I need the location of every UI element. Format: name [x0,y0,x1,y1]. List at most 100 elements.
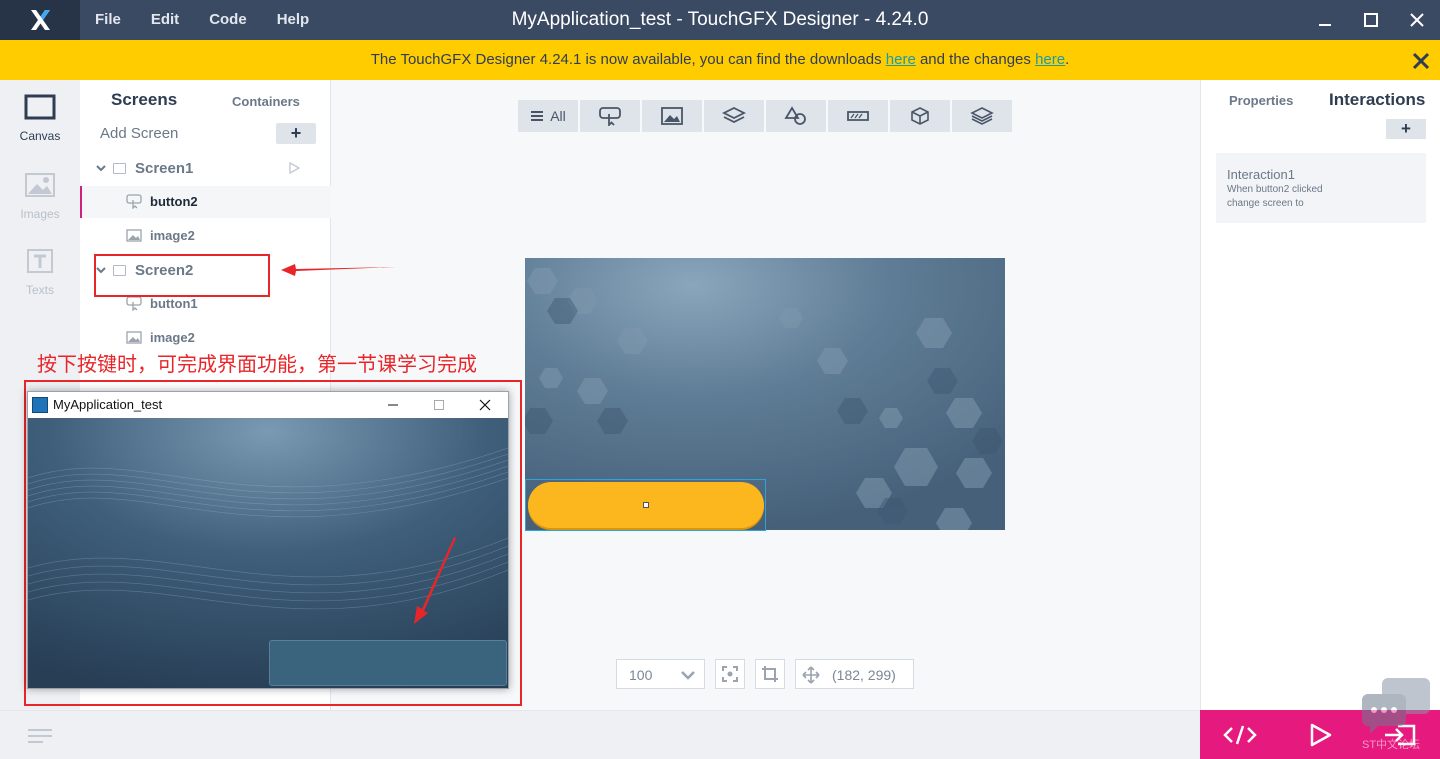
forum-watermark: ST中文论坛 [1360,676,1432,756]
window-controls [1302,0,1440,40]
canvas-bottom-tools: 100 (182, 299) [616,659,914,689]
filter-stack-button[interactable] [952,100,1012,132]
sim-minimize-button[interactable] [370,392,416,418]
menu-file[interactable]: File [80,0,136,40]
interaction-trigger: When button2 clicked [1227,184,1323,195]
app-icon [32,397,48,413]
close-icon [479,399,491,411]
maximize-icon [434,400,444,410]
shapes-icon [784,106,806,125]
interaction-action: change screen to [1227,198,1304,209]
interaction-name: Interaction1 [1227,167,1295,182]
simulator-button[interactable] [269,640,507,686]
downloads-link[interactable]: here [886,51,916,68]
sim-maximize-button[interactable] [416,392,462,418]
window-title: MyApplication_test - TouchGFX Designer -… [511,9,929,30]
filter-progress-button[interactable] [828,100,888,132]
layers-icon [722,106,746,124]
menu-help[interactable]: Help [262,0,325,40]
focus-icon [722,666,738,682]
text-icon [27,249,53,273]
touchgfx-logo [0,0,80,40]
fit-to-screen-button[interactable] [715,659,745,689]
crop-icon [762,666,778,682]
stack-icon [970,107,994,125]
run-simulator-button[interactable] [1280,710,1360,759]
button-widget-icon [126,296,142,311]
play-icon[interactable] [288,162,300,174]
list-icon [531,111,544,121]
close-button[interactable] [1394,0,1440,40]
filter-3d-button[interactable] [890,100,950,132]
image-widget-icon [126,331,142,344]
widget-filter-toolbar: All [518,100,1012,132]
simulator-window-controls [370,392,508,418]
filter-containers-button[interactable] [704,100,764,132]
zoom-select[interactable]: 100 [616,659,705,689]
play-icon [1310,723,1332,746]
chevron-down-icon [96,165,106,172]
add-screen-button[interactable]: + [276,123,316,144]
annotation-text: 按下按键时，可完成界面功能，第一节课学习完成 [37,352,477,376]
selected-button-widget[interactable] [525,479,766,531]
nav-images[interactable]: Images [0,172,80,248]
filter-images-button[interactable] [642,100,702,132]
button-widget-icon [126,194,142,209]
tree-item-image2[interactable]: image2 [80,220,331,252]
generate-code-button[interactable] [1200,710,1280,759]
nav-texts[interactable]: Texts [0,248,80,324]
update-notification-bar: The TouchGFX Designer 4.24.1 is now avai… [0,40,1440,80]
annotation-arrow-down [414,537,456,624]
tree-item-button2[interactable]: button2 [80,186,331,218]
filter-shapes-button[interactable] [766,100,826,132]
simulator-title-bar: MyApplication_test [28,392,508,418]
bottom-bar [0,710,1200,759]
minimize-icon [388,404,398,406]
tab-containers[interactable]: Containers [232,94,300,109]
log-toggle-button[interactable] [0,711,80,759]
main-menu: File Edit Code Help [80,0,324,40]
filter-buttons-button[interactable] [580,100,640,132]
resize-handle[interactable] [643,502,649,508]
minimize-button[interactable] [1302,0,1348,40]
screens-tabs: Screens Containers [80,88,331,112]
sim-close-button[interactable] [462,392,508,418]
close-icon [1412,52,1430,70]
tab-properties[interactable]: Properties [1229,93,1293,108]
close-icon [1410,13,1424,27]
minimize-icon [1319,24,1331,26]
notification-text: The TouchGFX Designer 4.24.1 is now avai… [370,51,1070,68]
image-icon [661,107,683,125]
image-widget-icon [126,229,142,242]
add-screen-label: Add Screen [100,125,179,142]
maximize-icon [1364,13,1378,27]
crop-button[interactable] [755,659,785,689]
cursor-coordinates: (182, 299) [795,659,914,689]
screen-icon [113,163,126,174]
nav-canvas[interactable]: Canvas [0,94,80,170]
selection-indicator [80,186,82,218]
tree-screen1[interactable]: Screen1 [80,153,331,185]
button-widget-icon [599,107,621,126]
menu-edit[interactable]: Edit [136,0,194,40]
cube-icon [911,107,929,125]
maximize-button[interactable] [1348,0,1394,40]
right-panel: Properties Interactions + Interaction1 W… [1200,80,1440,710]
progress-icon [847,111,869,121]
menu-code[interactable]: Code [194,0,262,40]
tab-interactions[interactable]: Interactions [1329,90,1425,110]
image-icon [25,173,55,197]
notification-close-button[interactable] [1410,50,1432,72]
title-bar: File Edit Code Help MyApplication_test -… [0,0,1440,40]
code-icon [1223,725,1257,744]
changes-link[interactable]: here [1035,51,1065,68]
tab-screens[interactable]: Screens [111,90,177,110]
interaction-card[interactable]: Interaction1 When button2 clicked change… [1216,153,1426,223]
annotation-arrow-left [281,264,396,276]
filter-all-button[interactable]: All [518,100,578,132]
chevron-down-icon [681,671,695,680]
chat-bubble-icon [1362,678,1430,734]
add-interaction-button[interactable]: + [1386,119,1426,139]
annotation-box-screen2 [94,254,270,297]
move-icon [802,666,820,684]
